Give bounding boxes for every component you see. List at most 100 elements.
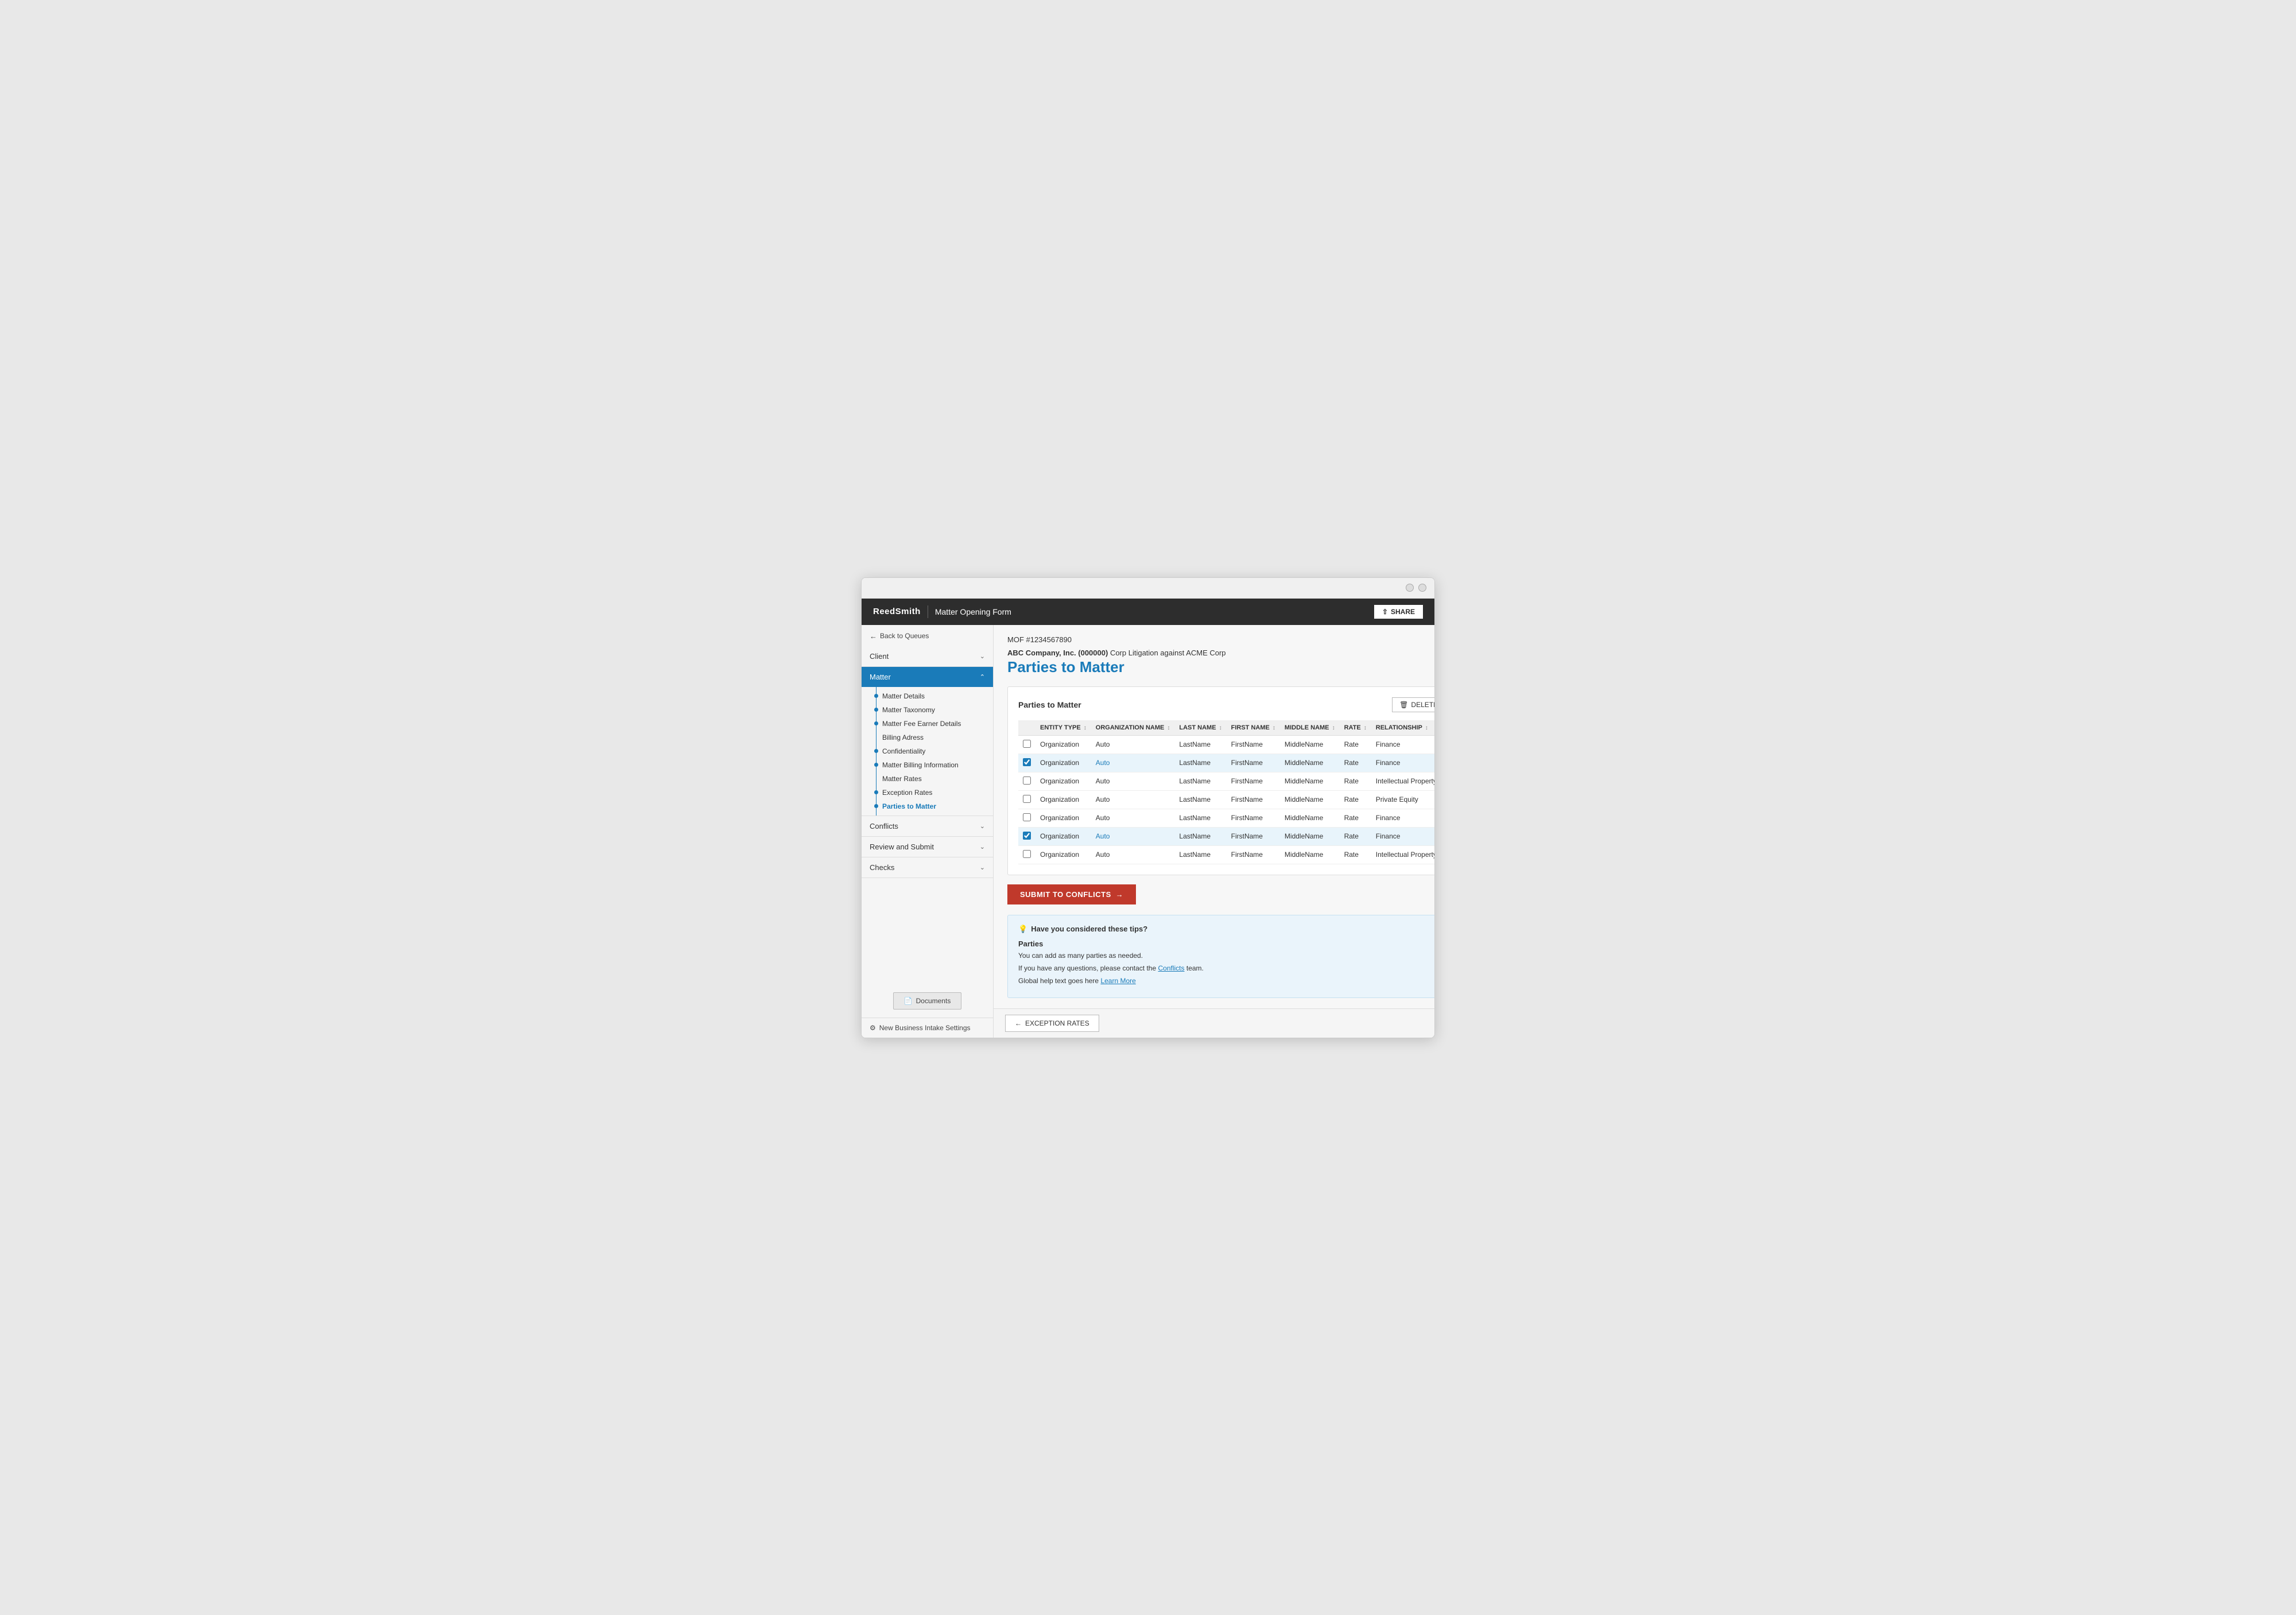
sidebar-section-client-label: Client (870, 652, 889, 661)
cell-rate: Rate (1340, 790, 1371, 809)
sidebar: ← Back to Queues Client ⌄ Matter ⌃ (862, 625, 994, 1038)
table-row: OrganizationAutoLastNameFirstNameMiddleN… (1018, 845, 1435, 864)
sidebar-item-billing-address[interactable]: Billing Adress (862, 731, 993, 744)
delete-button[interactable]: 🗑 DELETE (1392, 697, 1435, 712)
cell-first-name: FirstName (1227, 735, 1280, 754)
sidebar-section-review-label: Review and Submit (870, 843, 934, 851)
row-checkbox[interactable] (1023, 813, 1031, 821)
cell-relationship: Intellectual Property (1371, 845, 1435, 864)
lightbulb-icon: 💡 (1018, 925, 1027, 934)
content-area: MOF #1234567890 ABC Company, Inc. (00000… (994, 625, 1435, 1008)
cell-middle-name: MiddleName (1280, 809, 1340, 827)
app-window: ReedSmith Matter Opening Form ⇧ SHARE ← … (861, 577, 1435, 1038)
empty-dot (874, 735, 878, 739)
cell-first-name: FirstName (1227, 754, 1280, 772)
share-button[interactable]: ⇧ SHARE (1374, 605, 1423, 619)
parties-card: Parties to Matter 🗑 DELETE + ADD PARTY 🔍 (1007, 686, 1435, 875)
sidebar-section-conflicts: Conflicts ⌄ (862, 816, 993, 837)
chevron-down-icon: ⌄ (980, 653, 985, 660)
sidebar-item-exception-rates-label: Exception Rates (882, 789, 932, 797)
parties-table: ENTITY TYPE ↕ ORGANIZATION NAME ↕ LAST N… (1018, 720, 1435, 864)
cell-middle-name: MiddleName (1280, 735, 1340, 754)
header-title: Matter Opening Form (935, 607, 1011, 616)
tips-card: 💡 Have you considered these tips? Partie… (1007, 915, 1435, 998)
sidebar-section-checks-header[interactable]: Checks ⌄ (862, 857, 993, 878)
dot-icon (874, 804, 878, 808)
sidebar-footer: 📄 Documents ⚙ New Business Intake Settin… (862, 984, 993, 1038)
delete-label: DELETE (1411, 701, 1435, 709)
sidebar-section-conflicts-label: Conflicts (870, 822, 898, 830)
sidebar-item-parties-to-matter[interactable]: Parties to Matter (862, 799, 993, 813)
chevron-down-icon: ⌄ (980, 843, 985, 851)
cell-entity-type: Organization (1035, 790, 1091, 809)
row-checkbox[interactable] (1023, 777, 1031, 785)
back-nav-label: EXCEPTION RATES (1025, 1019, 1089, 1027)
row-checkbox[interactable] (1023, 740, 1031, 748)
cell-first-name: FirstName (1227, 772, 1280, 790)
sidebar-item-matter-details[interactable]: Matter Details (862, 689, 993, 703)
cell-rate: Rate (1340, 845, 1371, 864)
cell-entity-type: Organization (1035, 754, 1091, 772)
cell-first-name: FirstName (1227, 809, 1280, 827)
documents-button[interactable]: 📄 Documents (893, 992, 962, 1010)
main-layout: ← Back to Queues Client ⌄ Matter ⌃ (862, 625, 1434, 1038)
sidebar-item-matter-fee-earner[interactable]: Matter Fee Earner Details (862, 717, 993, 731)
col-last-name: LAST NAME ↕ (1174, 720, 1226, 736)
cell-first-name: FirstName (1227, 790, 1280, 809)
share-label: SHARE (1391, 608, 1415, 616)
sidebar-item-confidentiality[interactable]: Confidentiality (862, 744, 993, 758)
cell-last-name: LastName (1174, 845, 1226, 864)
sidebar-section-matter: Matter ⌃ Matter Details Matter Taxonomy (862, 667, 993, 816)
sidebar-section-checks: Checks ⌄ (862, 857, 993, 878)
back-nav-button[interactable]: ← EXCEPTION RATES (1005, 1015, 1099, 1032)
matter-name-bold: ABC Company, Inc. (000000) (1007, 649, 1108, 657)
table-body: OrganizationAutoLastNameFirstNameMiddleN… (1018, 735, 1435, 864)
table-row: OrganizationAutoLastNameFirstNameMiddleN… (1018, 772, 1435, 790)
row-checkbox[interactable] (1023, 850, 1031, 858)
empty-dot (874, 777, 878, 781)
submit-to-conflicts-button[interactable]: SUBMIT TO CONFLICTS → (1007, 884, 1136, 904)
tips-text2: If you have any questions, please contac… (1018, 963, 1435, 973)
sidebar-item-matter-taxonomy[interactable]: Matter Taxonomy (862, 703, 993, 717)
cell-relationship: Private Equity (1371, 790, 1435, 809)
matter-subtitle: ABC Company, Inc. (000000) Corp Litigati… (1007, 649, 1435, 657)
row-checkbox[interactable] (1023, 758, 1031, 766)
row-checkbox[interactable] (1023, 832, 1031, 840)
row-checkbox[interactable] (1023, 795, 1031, 803)
tips-text2-after: team. (1186, 964, 1204, 972)
sidebar-matter-items: Matter Details Matter Taxonomy Matter Fe… (862, 687, 993, 816)
mof-number: MOF #1234567890 (1007, 635, 1435, 644)
cell-rate: Rate (1340, 809, 1371, 827)
table-row: OrganizationAutoLastNameFirstNameMiddleN… (1018, 790, 1435, 809)
tips-learn-more-link[interactable]: Learn More (1100, 977, 1135, 985)
documents-label: Documents (916, 997, 951, 1005)
cell-last-name: LastName (1174, 754, 1226, 772)
card-actions: 🗑 DELETE + ADD PARTY 🔍 (1392, 697, 1435, 712)
cell-rate: Rate (1340, 827, 1371, 845)
back-nav-arrow-icon: ← (1015, 1019, 1022, 1027)
back-to-queues[interactable]: ← Back to Queues (862, 625, 993, 646)
cell-middle-name: MiddleName (1280, 827, 1340, 845)
cell-rate: Rate (1340, 735, 1371, 754)
cell-org-name[interactable]: Auto (1091, 754, 1175, 772)
sidebar-item-exception-rates[interactable]: Exception Rates (862, 786, 993, 799)
sidebar-section-review-header[interactable]: Review and Submit ⌄ (862, 837, 993, 857)
sidebar-item-matter-billing[interactable]: Matter Billing Information (862, 758, 993, 772)
sidebar-section-review: Review and Submit ⌄ (862, 837, 993, 857)
cell-org-name[interactable]: Auto (1091, 827, 1175, 845)
cell-entity-type: Organization (1035, 827, 1091, 845)
sidebar-section-matter-header[interactable]: Matter ⌃ (862, 667, 993, 687)
tips-text2-before: If you have any questions, please contac… (1018, 964, 1158, 972)
sidebar-section-conflicts-header[interactable]: Conflicts ⌄ (862, 816, 993, 836)
sidebar-item-matter-rates[interactable]: Matter Rates (862, 772, 993, 786)
sidebar-section-client-header[interactable]: Client ⌄ (862, 646, 993, 666)
sidebar-item-matter-details-label: Matter Details (882, 692, 925, 700)
settings-row[interactable]: ⚙ New Business Intake Settings (862, 1018, 993, 1038)
back-label: Back to Queues (880, 632, 929, 640)
tips-conflicts-link[interactable]: Conflicts (1158, 964, 1185, 972)
sidebar-item-confidentiality-label: Confidentiality (882, 747, 925, 755)
table-header-row: ENTITY TYPE ↕ ORGANIZATION NAME ↕ LAST N… (1018, 720, 1435, 736)
table-row: OrganizationAutoLastNameFirstNameMiddleN… (1018, 809, 1435, 827)
delete-icon: 🗑 (1399, 701, 1408, 709)
cell-last-name: LastName (1174, 827, 1226, 845)
